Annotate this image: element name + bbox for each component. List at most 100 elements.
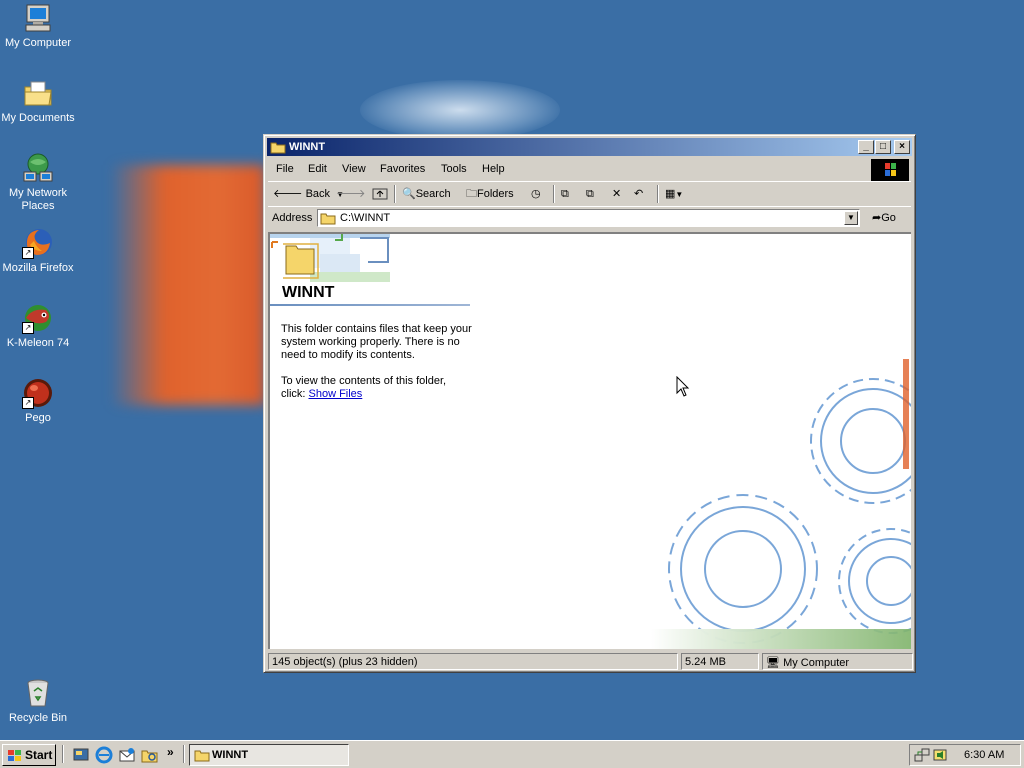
- wallpaper-orange-shape: [110, 165, 265, 405]
- maximize-button[interactable]: □: [875, 140, 891, 154]
- desktop-icon-label: My Network Places: [8, 187, 68, 212]
- menubar: File Edit View Favorites Tools Help: [268, 159, 911, 181]
- window-titlebar[interactable]: WINNT _ □ ×: [267, 138, 912, 156]
- folder-info-text: This folder contains files that keep you…: [281, 323, 472, 361]
- my-documents-icon: [22, 77, 54, 109]
- menu-favorites[interactable]: Favorites: [380, 163, 425, 175]
- shortcut-arrow-icon: ↗: [22, 247, 34, 259]
- show-files-link[interactable]: Show Files: [309, 388, 363, 400]
- network-tray-icon[interactable]: [914, 747, 930, 766]
- history-button[interactable]: ◷: [531, 186, 541, 202]
- address-value: C:\WINNT: [340, 212, 391, 224]
- desktop-icon-label: My Computer: [4, 37, 72, 49]
- menu-view[interactable]: View: [342, 163, 366, 175]
- delete-button[interactable]: ✕: [612, 186, 621, 202]
- toolbar-separator: [394, 185, 396, 203]
- folders-icon: 🗀: [466, 188, 477, 200]
- gears-watermark-icon: [651, 359, 911, 649]
- address-input[interactable]: C:\WINNT ▼: [317, 209, 860, 227]
- network-places-icon: [22, 152, 54, 184]
- minimize-button[interactable]: _: [858, 140, 874, 154]
- taskbar: Start » WINNT 6:30 AM: [0, 740, 1024, 768]
- desktop-icon-my-computer[interactable]: My Computer: [0, 2, 76, 50]
- views-button[interactable]: ▦▼: [665, 186, 683, 203]
- search-button[interactable]: 🔍Search: [402, 186, 451, 202]
- address-dropdown-button[interactable]: ▼: [844, 211, 858, 225]
- menu-help[interactable]: Help: [482, 163, 505, 175]
- taskbar-separator: [183, 745, 185, 763]
- status-bar: 145 object(s) (plus 23 hidden) 5.24 MB 🖥…: [268, 652, 913, 670]
- copy-to-icon: ⧉: [586, 188, 594, 200]
- back-button[interactable]: 🡐 Back ▼: [273, 186, 344, 203]
- firefox-icon: ↗: [22, 227, 54, 259]
- move-to-button[interactable]: ⧉: [561, 186, 569, 202]
- status-object-count: 145 object(s) (plus 23 hidden): [268, 653, 678, 670]
- undo-button[interactable]: ↶: [634, 186, 643, 202]
- desktop-icon-recycle-bin[interactable]: Recycle Bin: [0, 677, 76, 725]
- shortcut-arrow-icon: ↗: [22, 322, 34, 334]
- back-arrow-icon: 🡐: [273, 188, 303, 200]
- menu-edit[interactable]: Edit: [308, 163, 327, 175]
- pego-icon: ↗: [22, 377, 54, 409]
- windows-logo-icon: [871, 159, 909, 181]
- toolbar-separator: [553, 185, 555, 203]
- taskbar-separator: [62, 745, 64, 763]
- internet-explorer-icon[interactable]: [95, 746, 113, 764]
- close-button[interactable]: ×: [894, 140, 910, 154]
- folder-title-divider: [270, 304, 470, 306]
- folders-button[interactable]: 🗀Folders: [466, 186, 514, 202]
- move-to-icon: ⧉: [561, 188, 569, 200]
- quicklaunch-chevron[interactable]: »: [167, 745, 174, 759]
- go-button[interactable]: ➦Go: [872, 211, 896, 224]
- go-arrow-icon: ➦: [872, 212, 882, 224]
- k-meleon-icon: ↗: [22, 302, 54, 334]
- explorer-quicklaunch-icon[interactable]: [141, 746, 159, 764]
- desktop-icon-firefox[interactable]: ↗ Mozilla Firefox: [0, 227, 76, 275]
- chevron-down-icon: ▼: [675, 190, 684, 199]
- folder-icon: [320, 211, 336, 228]
- copy-to-button[interactable]: ⧉: [586, 186, 594, 202]
- desktop-icon-label: My Documents: [1, 112, 75, 124]
- up-folder-button[interactable]: [372, 186, 388, 205]
- desktop-icon-network-places[interactable]: My Network Places: [0, 152, 76, 213]
- clock[interactable]: 6:30 AM: [964, 749, 1004, 761]
- folder-icon: [194, 750, 210, 762]
- system-tray: 6:30 AM: [909, 744, 1021, 766]
- explorer-window[interactable]: WINNT _ □ × File Edit View Favorites Too…: [263, 134, 916, 673]
- start-label: Start: [25, 748, 53, 762]
- menu-file[interactable]: File: [276, 163, 294, 175]
- up-folder-icon: [372, 188, 388, 200]
- desktop-icon-label: Mozilla Firefox: [2, 262, 74, 274]
- my-computer-icon: 🖥: [766, 657, 780, 669]
- folder-title: WINNT: [282, 284, 335, 301]
- forward-arrow-icon: 🡒: [336, 188, 366, 200]
- recycle-bin-icon: [22, 677, 54, 709]
- desktop-icon-pego[interactable]: ↗ Pego: [0, 377, 76, 425]
- view-contents-text: To view the contents of this folder, cli…: [281, 375, 447, 400]
- desktop-icon-label: Pego: [25, 412, 51, 424]
- desktop-icon-label: K-Meleon 74: [6, 337, 70, 349]
- status-size: 5.24 MB: [681, 653, 759, 670]
- window-title: WINNT: [289, 141, 326, 153]
- shortcut-arrow-icon: ↗: [22, 397, 34, 409]
- undo-icon: ↶: [634, 188, 644, 200]
- start-button[interactable]: Start: [2, 744, 56, 766]
- folder-icon: [270, 140, 286, 160]
- delete-icon: ✕: [612, 188, 622, 200]
- desktop-icon-my-documents[interactable]: My Documents: [0, 77, 76, 125]
- windows-logo-icon: [8, 750, 21, 761]
- show-desktop-icon[interactable]: [72, 746, 90, 764]
- desktop-icon-k-meleon[interactable]: ↗ K-Meleon 74: [0, 302, 76, 350]
- desktop-icon-label: Recycle Bin: [8, 712, 68, 724]
- status-location: 🖥 My Computer: [762, 653, 913, 670]
- menu-tools[interactable]: Tools: [441, 163, 467, 175]
- folder-content-pane[interactable]: WINNT This folder contains files that ke…: [268, 232, 911, 649]
- folder-header-graphic: [270, 234, 390, 282]
- taskbar-button-winnt[interactable]: WINNT: [189, 744, 349, 766]
- toolbar: 🡐 Back ▼ 🡒 ▼ 🔍Search 🗀Folders ◷ ⧉ ⧉ ✕ ↶ …: [268, 181, 911, 207]
- mouse-cursor-icon: [676, 376, 690, 397]
- wallpaper-cloud-shape: [360, 80, 560, 140]
- outlook-express-icon[interactable]: [118, 746, 136, 764]
- views-icon: ▦: [665, 188, 676, 200]
- volume-tray-icon[interactable]: [932, 747, 948, 766]
